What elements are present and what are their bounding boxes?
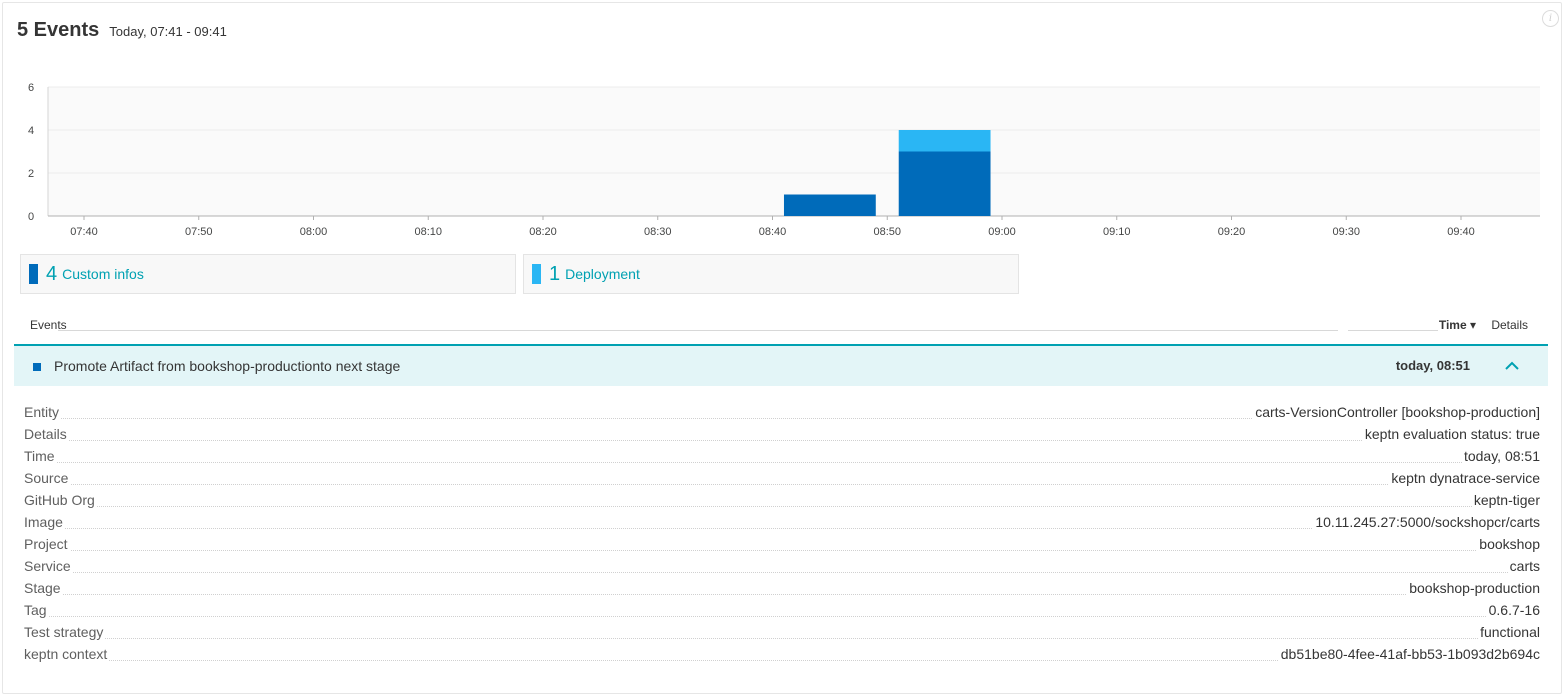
dotted-leader — [24, 550, 1540, 551]
dotted-leader — [24, 638, 1540, 639]
deployment-swatch — [532, 264, 541, 284]
dotted-leader — [24, 506, 1540, 507]
detail-value: keptn-tiger — [1471, 492, 1540, 508]
dotted-leader — [24, 440, 1540, 441]
bar-deployment — [898, 130, 991, 152]
detail-row: Test strategy functional — [24, 624, 1540, 644]
event-time: today, 08:51 — [1395, 358, 1470, 373]
detail-row: Project bookshop — [24, 536, 1540, 556]
dotted-leader — [24, 594, 1540, 595]
bar-custom-infos — [783, 194, 876, 216]
detail-row: keptn context db51be80-4fee-41af-bb53-1b0… — [24, 646, 1540, 666]
time-range-label: Today, 07:41 - 09:41 — [109, 24, 227, 39]
detail-row: Tag 0.6.7-16 — [24, 602, 1540, 622]
detail-value: db51be80-4fee-41af-bb53-1b093d2b694c — [1278, 646, 1540, 662]
detail-row: Service carts — [24, 558, 1540, 578]
detail-key: Image — [24, 514, 65, 530]
y-tick-label: 4 — [28, 125, 34, 137]
y-tick-label: 2 — [28, 168, 34, 180]
time-sort-header[interactable]: Time ▾ — [1439, 318, 1476, 332]
legend-count: 1 — [549, 262, 561, 285]
dotted-leader — [24, 462, 1540, 463]
events-table-header: Events Time ▾ Details — [14, 318, 1548, 334]
x-tick-label: 08:40 — [759, 226, 787, 238]
panel-header: 5 Events Today, 07:41 - 09:41 — [17, 19, 227, 42]
detail-key: Stage — [24, 580, 63, 596]
event-row-expanded[interactable]: Promote Artifact from bookshop-productio… — [14, 344, 1548, 386]
bar-custom-infos — [898, 151, 991, 216]
detail-key: GitHub Org — [24, 492, 97, 508]
detail-value: bookshop-production — [1407, 580, 1540, 596]
x-tick-label: 08:10 — [414, 226, 442, 238]
detail-row: Image 10.11.245.27:5000/sockshopcr/carts — [24, 514, 1540, 534]
chevron-up-icon[interactable] — [1504, 358, 1520, 372]
x-tick-label: 09:40 — [1447, 226, 1475, 238]
x-tick-label: 08:00 — [300, 226, 328, 238]
detail-row: Source keptn dynatrace-service — [24, 470, 1540, 490]
legend-label: Custom infos — [62, 266, 144, 282]
detail-row: Time today, 08:51 — [24, 448, 1540, 468]
dotted-leader — [24, 484, 1540, 485]
legend-deployment[interactable]: 1 Deployment — [523, 254, 1019, 294]
event-title: Promote Artifact from bookshop-productio… — [54, 358, 401, 374]
y-tick-label: 0 — [28, 211, 34, 223]
detail-value: carts — [1507, 558, 1540, 574]
events-count-title: 5 Events — [17, 19, 100, 41]
dotted-leader — [24, 572, 1540, 573]
legend-count: 4 — [46, 262, 58, 285]
header-divider — [1348, 330, 1438, 331]
dotted-leader — [24, 616, 1540, 617]
x-tick-label: 09:00 — [988, 226, 1016, 238]
detail-value: functional — [1478, 624, 1540, 640]
detail-key: Details — [24, 426, 69, 442]
x-tick-label: 09:30 — [1332, 226, 1360, 238]
legend-label: Deployment — [565, 266, 640, 282]
detail-value: 10.11.245.27:5000/sockshopcr/carts — [1313, 514, 1540, 530]
detail-value: keptn evaluation status: true — [1362, 426, 1540, 442]
detail-key: Time — [24, 448, 57, 464]
detail-value: today, 08:51 — [1461, 448, 1540, 464]
detail-row: Stage bookshop-production — [24, 580, 1540, 600]
detail-key: Entity — [24, 404, 62, 420]
detail-row: Entity carts-VersionController [bookshop-… — [24, 404, 1540, 424]
x-tick-label: 07:40 — [70, 226, 98, 238]
detail-value: bookshop — [1477, 536, 1540, 552]
event-type-marker — [33, 363, 41, 371]
x-tick-label: 07:50 — [185, 226, 213, 238]
x-tick-label: 08:30 — [644, 226, 672, 238]
detail-key: keptn context — [24, 646, 110, 662]
details-column-header: Details — [1491, 318, 1528, 332]
info-icon[interactable]: i — [1542, 10, 1559, 27]
detail-value: carts-VersionController [bookshop-produc… — [1253, 404, 1540, 420]
x-tick-label: 08:50 — [873, 226, 901, 238]
detail-row: Details keptn evaluation status: true — [24, 426, 1540, 446]
detail-value: keptn dynatrace-service — [1389, 470, 1540, 486]
x-tick-label: 08:20 — [529, 226, 557, 238]
x-tick-label: 09:10 — [1103, 226, 1131, 238]
detail-row: GitHub Org keptn-tiger — [24, 492, 1540, 512]
header-divider — [58, 330, 1338, 331]
y-tick-label: 6 — [28, 82, 34, 94]
detail-value: 0.6.7-16 — [1486, 602, 1540, 618]
events-histogram-chart[interactable]: 6 4 2 0 07:40 07:50 08:00 08:10 08:20 08:30 08:40 0… — [0, 74, 1564, 244]
detail-key: Service — [24, 558, 73, 574]
detail-key: Tag — [24, 602, 49, 618]
detail-key: Project — [24, 536, 70, 552]
custom-infos-swatch — [29, 264, 38, 284]
x-tick-label: 09:20 — [1218, 226, 1246, 238]
detail-key: Test strategy — [24, 624, 106, 640]
detail-key: Source — [24, 470, 71, 486]
legend-custom-infos[interactable]: 4 Custom infos — [20, 254, 516, 294]
